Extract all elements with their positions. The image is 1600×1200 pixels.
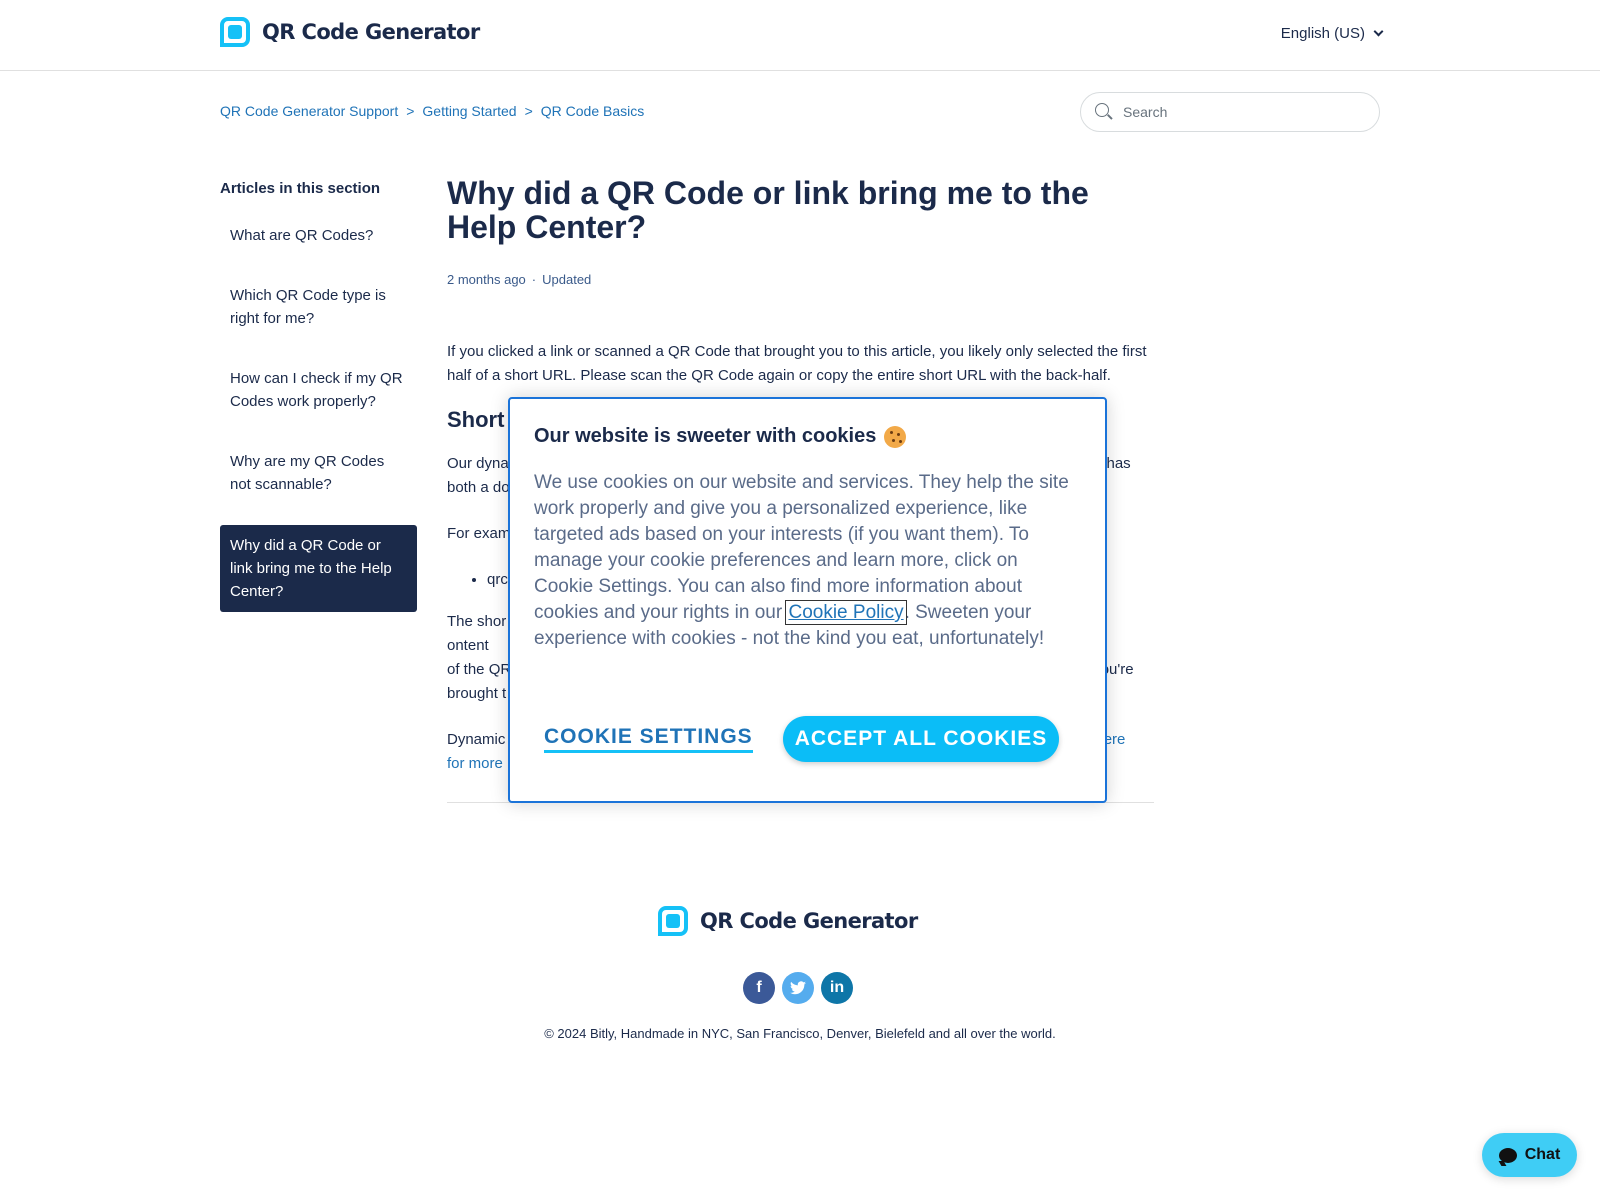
language-label: English (US) [1280, 25, 1365, 42]
chat-bubble-icon [1498, 1147, 1517, 1163]
facebook-icon[interactable]: f [743, 972, 775, 1004]
chat-label: Chat [1524, 1146, 1561, 1163]
brand-name: QR Code Generator [262, 20, 480, 44]
accept-all-cookies-button[interactable]: ACCEPT ALL COOKIES [782, 716, 1060, 762]
sidebar-item-not-scannable[interactable]: Why are my QR Codes not scannable? [220, 442, 417, 504]
footer-brand-name: QR Code Generator [700, 909, 918, 933]
copyright: © 2024 Bitly, Handmade in NYC, San Franc… [544, 1026, 1056, 1041]
sidebar-item-help-center[interactable]: Why did a QR Code or link bring me to th… [220, 525, 417, 612]
more-info-link[interactable]: for more [447, 755, 503, 772]
sidebar-item-which-type[interactable]: Which QR Code type is right for me? [220, 276, 417, 338]
sidebar-item-what-are-qr-codes[interactable]: What are QR Codes? [220, 216, 417, 255]
search-input[interactable] [1123, 104, 1363, 120]
cookie-consent-dialog: Our website is sweeter with cookies We u… [508, 397, 1107, 803]
qr-logo-icon [220, 17, 250, 47]
section-sidebar: Articles in this section What are QR Cod… [220, 180, 417, 633]
article-meta: 2 months ago · Updated [447, 272, 1154, 287]
breadcrumb-item-support[interactable]: QR Code Generator Support [220, 103, 398, 119]
qr-logo-icon [658, 906, 688, 936]
cookie-dialog-title: Our website is sweeter with cookies [534, 425, 1081, 448]
footer-logo[interactable]: QR Code Generator [658, 906, 918, 936]
chat-button[interactable]: Chat [1482, 1133, 1577, 1177]
breadcrumb-item-getting-started[interactable]: Getting Started [422, 103, 516, 119]
cookie-icon [884, 425, 907, 448]
breadcrumb-item-qr-code-basics[interactable]: QR Code Basics [541, 103, 644, 119]
breadcrumb-separator: > [406, 103, 415, 119]
article-date: 2 months ago [447, 272, 526, 287]
cookie-settings-button[interactable]: COOKIE SETTINGS [544, 725, 753, 753]
cookie-dialog-body: We use cookies on our website and servic… [534, 472, 1069, 649]
sidebar-item-check-work[interactable]: How can I check if my QR Codes work prop… [220, 359, 417, 421]
search-box[interactable] [1080, 92, 1380, 132]
sidebar-title: Articles in this section [220, 180, 381, 197]
cookie-dialog-actions: COOKIE SETTINGS ACCEPT ALL COOKIES [544, 716, 1060, 762]
chevron-down-icon [1373, 26, 1384, 37]
site-header: QR Code Generator English (US) [0, 0, 1600, 71]
meta-separator: · [531, 272, 537, 287]
search-icon [1095, 103, 1113, 121]
article-title: Why did a QR Code or link bring me to th… [447, 175, 1089, 245]
article-intro: If you clicked a link or scanned a QR Co… [447, 343, 1147, 384]
social-links: f in [743, 972, 853, 1004]
breadcrumb-separator: > [524, 103, 533, 119]
language-selector[interactable]: English (US) [1280, 25, 1384, 42]
twitter-icon[interactable] [782, 972, 814, 1004]
cookie-policy-link[interactable]: Cookie Policy [785, 600, 907, 625]
breadcrumb: QR Code Generator Support > Getting Star… [220, 103, 644, 119]
linkedin-icon[interactable]: in [821, 972, 853, 1004]
brand-logo[interactable]: QR Code Generator [220, 17, 480, 47]
article-updated: Updated [542, 272, 592, 287]
